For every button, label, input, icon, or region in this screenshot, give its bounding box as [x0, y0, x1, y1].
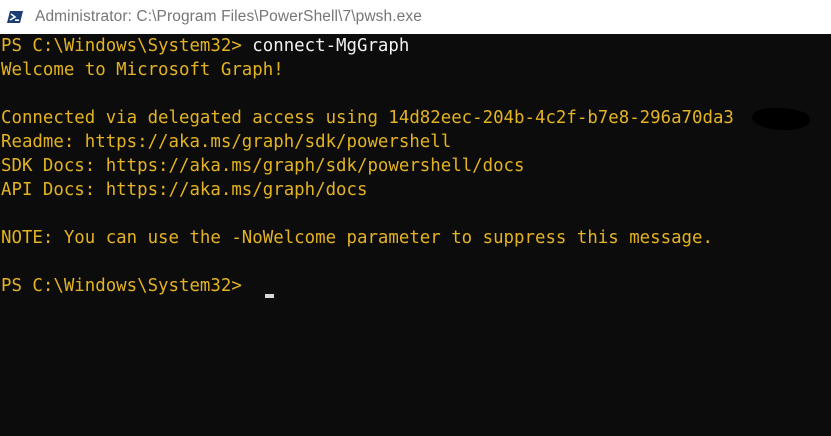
- text-cursor: [265, 294, 274, 298]
- redaction-mark: [751, 106, 811, 132]
- console-line-command: PS C:\Windows\System32> connect-MgGraph: [1, 34, 409, 58]
- console-line-sdk-docs: SDK Docs: https://aka.ms/graph/sdk/power…: [1, 156, 525, 176]
- prompt-text: PS C:\Windows\System32>: [1, 276, 253, 296]
- prompt-text: PS C:\Windows\System32>: [1, 36, 253, 56]
- console-line-readme: Readme: https://aka.ms/graph/sdk/powersh…: [1, 132, 452, 152]
- console-line-connected: Connected via delegated access using 14d…: [1, 108, 734, 128]
- console-line-api-docs: API Docs: https://aka.ms/graph/docs: [1, 180, 368, 200]
- console-output[interactable]: PS C:\Windows\System32> connect-MgGraph …: [0, 34, 831, 436]
- command-text: connect-MgGraph: [252, 36, 410, 56]
- powershell-icon: [7, 9, 23, 25]
- terminal-window: Administrator: C:\Program Files\PowerShe…: [0, 0, 831, 436]
- window-title: Administrator: C:\Program Files\PowerShe…: [35, 8, 422, 25]
- console-line-welcome: Welcome to Microsoft Graph!: [1, 60, 284, 80]
- title-bar[interactable]: Administrator: C:\Program Files\PowerShe…: [0, 0, 831, 34]
- console-line-note: NOTE: You can use the -NoWelcome paramet…: [1, 228, 713, 248]
- console-line-prompt: PS C:\Windows\System32>: [1, 274, 252, 298]
